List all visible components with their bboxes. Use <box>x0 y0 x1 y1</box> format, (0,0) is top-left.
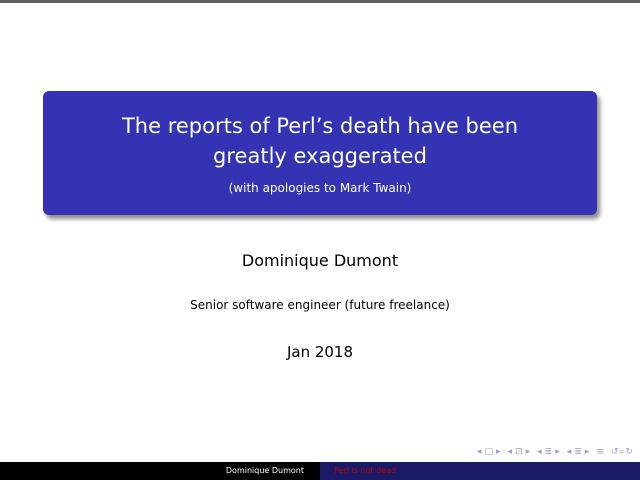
slide-institute: Senior software engineer (future freelan… <box>190 298 450 312</box>
footer-bar: Dominique Dumont Perl is not dead <box>0 462 640 480</box>
slide-title: The reports of Perl’s death have been gr… <box>121 114 519 168</box>
title-box: The reports of Perl’s death have been gr… <box>43 91 597 215</box>
document-icon[interactable]: ≣ <box>574 447 583 457</box>
document-prev-icon[interactable]: ◂ <box>567 447 573 457</box>
frame-prev-icon[interactable]: ◂ <box>477 447 483 457</box>
footer-short-title: Perl is not dead <box>320 462 640 480</box>
subsection-icon[interactable]: ⊡ <box>515 447 524 457</box>
document-next-icon[interactable]: ▸ <box>585 447 591 457</box>
slide-date: Jan 2018 <box>286 343 354 361</box>
frame-next-icon[interactable]: ▸ <box>496 447 502 457</box>
appendix-icon[interactable]: ≡ <box>596 447 605 457</box>
section-icon[interactable]: ≣ <box>545 447 554 457</box>
frame-icon[interactable]: □ <box>484 447 494 457</box>
subsection-next-icon[interactable]: ▸ <box>526 447 532 457</box>
section-next-icon[interactable]: ▸ <box>555 447 561 457</box>
section-prev-icon[interactable]: ◂ <box>537 447 543 457</box>
slide-author: Dominique Dumont <box>241 251 399 270</box>
subsection-prev-icon[interactable]: ◂ <box>508 447 514 457</box>
top-rule <box>0 0 640 3</box>
search-icon[interactable]: ↺⌕↻ <box>611 447 634 457</box>
footer-author: Dominique Dumont <box>0 462 320 480</box>
beamer-navigation: ◂ □ ▸ ◂ ⊡ ▸ ◂ ≣ ▸ ◂ ≣ ▸ ≡ ↺⌕↻ <box>477 447 634 457</box>
slide-subtitle: (with apologies to Mark Twain) <box>228 181 412 195</box>
